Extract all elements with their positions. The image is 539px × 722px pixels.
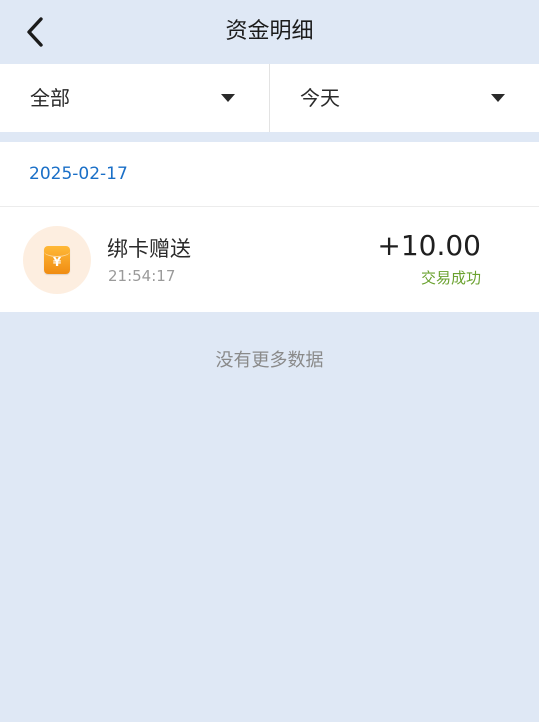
filter-bar: 全部 今天 [0,64,539,132]
red-envelope-icon: ¥ [44,246,70,274]
time-filter-dropdown[interactable]: 今天 [269,64,539,132]
yuan-sign: ¥ [52,255,62,269]
transaction-avatar: ¥ [23,226,91,294]
top-nav-bar: 资金明细 [0,0,539,64]
transaction-title: 绑卡赠送 [107,237,191,261]
no-more-data-text: 没有更多数据 [215,350,324,371]
type-filter-dropdown[interactable]: 全部 [0,64,269,132]
date-label: 2025-02-17 [29,164,128,184]
transaction-time: 21:54:17 [108,267,176,285]
time-filter-label: 今天 [300,86,340,110]
transaction-row[interactable]: ¥ 绑卡赠送 21:54:17 +10.00 交易成功 [0,207,539,312]
transaction-amount: +10.00 [377,229,481,262]
caret-down-icon [221,94,235,102]
page-title: 资金明细 [225,19,314,44]
transaction-status: 交易成功 [420,269,481,287]
date-group-header: 2025-02-17 [0,142,539,207]
caret-down-icon [491,94,505,102]
type-filter-label: 全部 [30,86,70,110]
